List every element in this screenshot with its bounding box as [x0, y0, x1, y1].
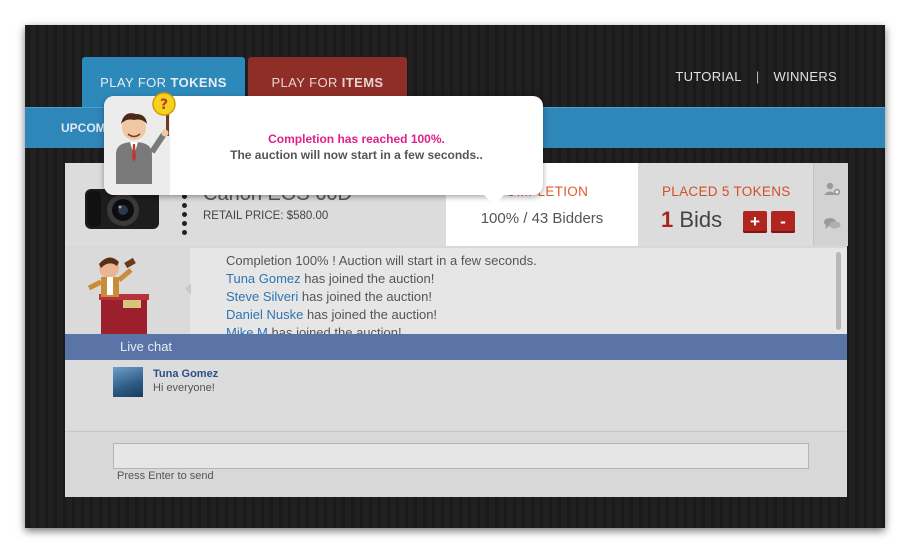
- bidder-link[interactable]: Steve Silveri: [226, 289, 298, 304]
- bids-label: Bids: [679, 207, 723, 232]
- feed-scrollbar[interactable]: [836, 252, 841, 330]
- svg-text:?: ?: [160, 97, 168, 113]
- chat-message-text: Hi everyone!: [153, 382, 215, 394]
- tab-items-bold: ITEMS: [341, 74, 384, 90]
- tab-items-prefix: PLAY FOR: [271, 74, 338, 90]
- feed-line-text: has joined the auction!: [303, 307, 438, 322]
- chat-input-area: Press Enter to send: [65, 431, 847, 497]
- auctioneer-figure-icon: [87, 257, 149, 336]
- placed-tokens-label: PLACED 5 TOKENS: [662, 184, 791, 199]
- feed-line: Daniel Nuske has joined the auction!: [226, 306, 537, 324]
- press-enter-hint: Press Enter to send: [117, 470, 214, 482]
- feed-lines: Completion 100% ! Auction will start in …: [226, 252, 537, 336]
- auctioneer-illustration: [65, 248, 190, 336]
- popup-message-body: The auction will now start in a few seco…: [230, 148, 483, 162]
- feed-line-status: Completion 100% ! Auction will start in …: [226, 253, 537, 268]
- retail-price: RETAIL PRICE: $580.00: [203, 210, 329, 222]
- live-chat-header: Live chat: [65, 334, 847, 360]
- chat-messages: Tuna Gomez Hi everyone!: [65, 360, 847, 430]
- chat-input[interactable]: [113, 443, 809, 469]
- top-links-separator: |: [755, 69, 760, 84]
- completion-value: 100% / 43 Bidders: [480, 210, 604, 227]
- chat-bubbles-icon[interactable]: [823, 217, 841, 231]
- winners-link[interactable]: WINNERS: [774, 69, 838, 84]
- feed-line-text: has joined the auction!: [298, 289, 432, 304]
- decrease-bid-button[interactable]: -: [771, 211, 795, 233]
- popup-pointer: [484, 195, 504, 205]
- bidder-link[interactable]: Tuna Gomez: [226, 271, 301, 286]
- chat-author[interactable]: Tuna Gomez: [153, 368, 218, 380]
- feed-line: Tuna Gomez has joined the auction!: [226, 270, 537, 288]
- completion-popup: ? Completion has reached 100%. The aucti…: [104, 92, 543, 205]
- increase-bid-button[interactable]: +: [743, 211, 767, 233]
- tutorial-link[interactable]: TUTORIAL: [675, 69, 741, 84]
- feed-line-text: has joined the auction!: [300, 271, 435, 286]
- avatar: [113, 367, 143, 397]
- top-links: TUTORIAL | WINNERS: [675, 69, 837, 84]
- auction-feed: Completion 100% ! Auction will start in …: [65, 248, 847, 336]
- add-user-icon[interactable]: [823, 182, 841, 196]
- side-icon-column: [813, 163, 848, 246]
- bidder-link[interactable]: Daniel Nuske: [226, 307, 303, 322]
- popup-figure: ?: [104, 92, 176, 195]
- bids-number: 1: [661, 207, 674, 232]
- live-chat-title: Live chat: [120, 339, 173, 354]
- feed-pointer: [185, 283, 191, 295]
- upcoming-tab[interactable]: UPCOM: [61, 108, 106, 148]
- bids-count: 1 Bids: [661, 207, 722, 233]
- popup-message-title: Completion has reached 100%.: [268, 132, 445, 146]
- feed-line: Steve Silveri has joined the auction!: [226, 288, 537, 306]
- auction-panel: Canon EOS 60D RETAIL PRICE: $580.00 COMP…: [65, 163, 848, 497]
